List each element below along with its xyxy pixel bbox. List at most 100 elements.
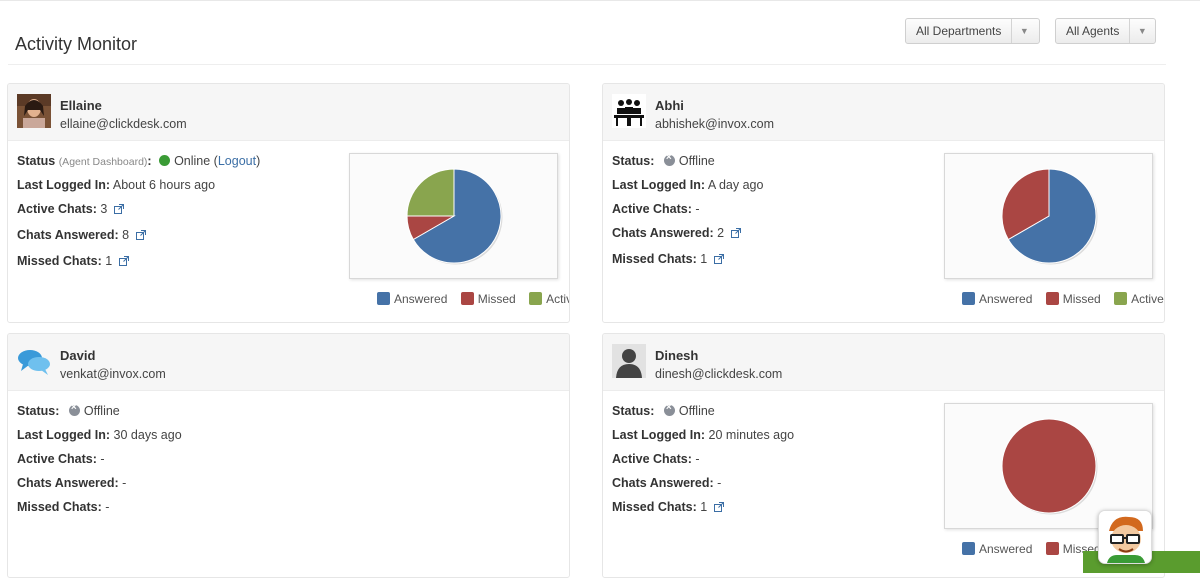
legend-item-missed[interactable]: Missed <box>460 292 516 306</box>
agent-filter-label: All Agents <box>1066 24 1120 38</box>
chat-pie-chart <box>1001 168 1098 265</box>
legend-label: Answered <box>394 292 448 306</box>
agent-card-david: David venkat@invox.com Status: Offline L… <box>7 333 570 578</box>
external-link-icon[interactable] <box>118 256 129 266</box>
title-divider <box>8 64 1166 65</box>
external-link-icon[interactable] <box>135 230 146 240</box>
last-logged-in-label: Last Logged In: <box>17 178 111 192</box>
active-chats-label: Active Chats: <box>17 452 97 466</box>
agent-card-header: Dinesh dinesh@clickdesk.com <box>603 334 1164 391</box>
legend-item-answered[interactable]: Answered <box>962 542 1032 556</box>
status-value: Offline <box>678 154 715 168</box>
legend-label: Active <box>546 292 569 306</box>
status-label: Status <box>612 154 651 168</box>
missed-chats-label: Missed Chats: <box>612 252 697 266</box>
last-logged-in-value: 20 minutes ago <box>708 428 795 442</box>
agent-email: venkat@invox.com <box>60 367 166 381</box>
agent-card-dinesh: Dinesh dinesh@clickdesk.com Status: Offl… <box>602 333 1165 578</box>
mascot-face-icon <box>1099 511 1151 563</box>
chat-mascot-button[interactable] <box>1098 510 1152 564</box>
missed-chats-value: 1 <box>105 254 113 268</box>
pie-slice-missed[interactable] <box>1001 418 1097 514</box>
chat-bubbles-avatar <box>18 350 50 375</box>
department-filter-label: All Departments <box>916 24 1002 38</box>
last-logged-in-label: Last Logged In: <box>612 428 706 442</box>
agent-photo-avatar <box>17 94 51 128</box>
chart-legend: Answered Missed Active <box>367 292 569 306</box>
chat-pie-chart-box <box>349 153 558 279</box>
last-logged-in-value: A day ago <box>707 178 764 192</box>
chat-pie-chart-box <box>944 153 1153 279</box>
department-filter-dropdown[interactable]: All Departments ▼ <box>905 18 1040 44</box>
chevron-down-icon: ▼ <box>1129 19 1154 43</box>
agent-email: dinesh@clickdesk.com <box>655 367 783 381</box>
last-logged-in-label: Last Logged In: <box>17 428 111 442</box>
external-link-icon[interactable] <box>713 502 724 512</box>
external-link-icon[interactable] <box>730 228 741 238</box>
agent-name: Dinesh <box>655 348 699 363</box>
agent-email: ellaine@clickdesk.com <box>60 117 187 131</box>
offline-status-icon <box>663 402 675 416</box>
chats-answered-label: Chats Answered: <box>17 476 119 490</box>
legend-label: Active <box>1131 292 1164 306</box>
active-chats-value: - <box>100 452 105 466</box>
last-logged-in-value: About 6 hours ago <box>112 178 216 192</box>
legend-swatch-answered <box>962 292 975 305</box>
chevron-down-icon: ▼ <box>1011 19 1036 43</box>
active-chats-value: - <box>695 202 700 216</box>
chart-legend: Answered Missed <box>952 542 1101 556</box>
status-label: Status <box>612 404 651 418</box>
legend-swatch-answered <box>962 542 975 555</box>
external-link-icon[interactable] <box>113 204 124 214</box>
legend-item-missed[interactable]: Missed <box>1045 292 1101 306</box>
online-status-icon <box>159 155 171 166</box>
chat-pie-chart <box>406 168 503 265</box>
top-border <box>0 0 1200 1</box>
last-logged-in-value: 30 days ago <box>113 428 182 442</box>
legend-label: Missed <box>477 292 516 306</box>
legend-swatch-missed <box>1045 542 1059 555</box>
legend-item-answered[interactable]: Answered <box>962 292 1032 306</box>
agent-filter-dropdown[interactable]: All Agents ▼ <box>1055 18 1156 44</box>
legend-label: Answered <box>979 292 1033 306</box>
legend-swatch-missed <box>1045 292 1059 305</box>
missed-chats-value: 1 <box>700 500 708 514</box>
external-link-icon[interactable] <box>713 254 724 264</box>
legend-label: Missed <box>1062 292 1101 306</box>
legend-swatch-active <box>529 292 543 305</box>
logout-link[interactable]: Logout <box>218 154 256 168</box>
agent-card-abhi: Abhi abhishek@invox.com Status: Offline … <box>602 83 1165 323</box>
agent-email: abhishek@invox.com <box>655 117 774 131</box>
active-chats-value: 3 <box>100 202 108 216</box>
active-chats-label: Active Chats: <box>612 452 692 466</box>
missed-chats-label: Missed Chats: <box>612 500 697 514</box>
default-person-avatar <box>612 344 646 378</box>
agent-dashboard-link[interactable]: (Agent Dashboard) <box>59 156 148 168</box>
status-value: Offline <box>83 404 120 418</box>
status-label: Status <box>17 404 56 418</box>
legend-item-active[interactable]: Active <box>529 292 569 306</box>
pie-slice-active[interactable] <box>406 168 455 217</box>
chats-answered-value: - <box>717 476 722 490</box>
people-at-desk-avatar <box>612 94 646 128</box>
chats-answered-value: 8 <box>122 228 130 242</box>
legend-item-answered[interactable]: Answered <box>377 292 447 306</box>
status-value: Offline <box>678 404 715 418</box>
agent-card-header: Ellaine ellaine@clickdesk.com <box>8 84 569 141</box>
chats-answered-label: Chats Answered: <box>612 226 714 240</box>
page-title: Activity Monitor <box>15 34 138 54</box>
offline-status-icon <box>68 402 80 416</box>
offline-status-icon <box>663 152 675 166</box>
chats-answered-value: 2 <box>717 226 725 240</box>
legend-item-active[interactable]: Active <box>1114 292 1164 306</box>
chart-legend: Answered Missed Active <box>952 292 1164 306</box>
active-chats-label: Active Chats: <box>17 202 97 216</box>
chats-answered-label: Chats Answered: <box>612 476 714 490</box>
active-chats-value: - <box>695 452 700 466</box>
agent-name: Abhi <box>655 98 684 113</box>
legend-label: Answered <box>979 542 1033 556</box>
legend-swatch-answered <box>377 292 390 305</box>
missed-chats-value: 1 <box>700 252 708 266</box>
agent-name: Ellaine <box>60 98 102 113</box>
chats-answered-value: - <box>122 476 127 490</box>
